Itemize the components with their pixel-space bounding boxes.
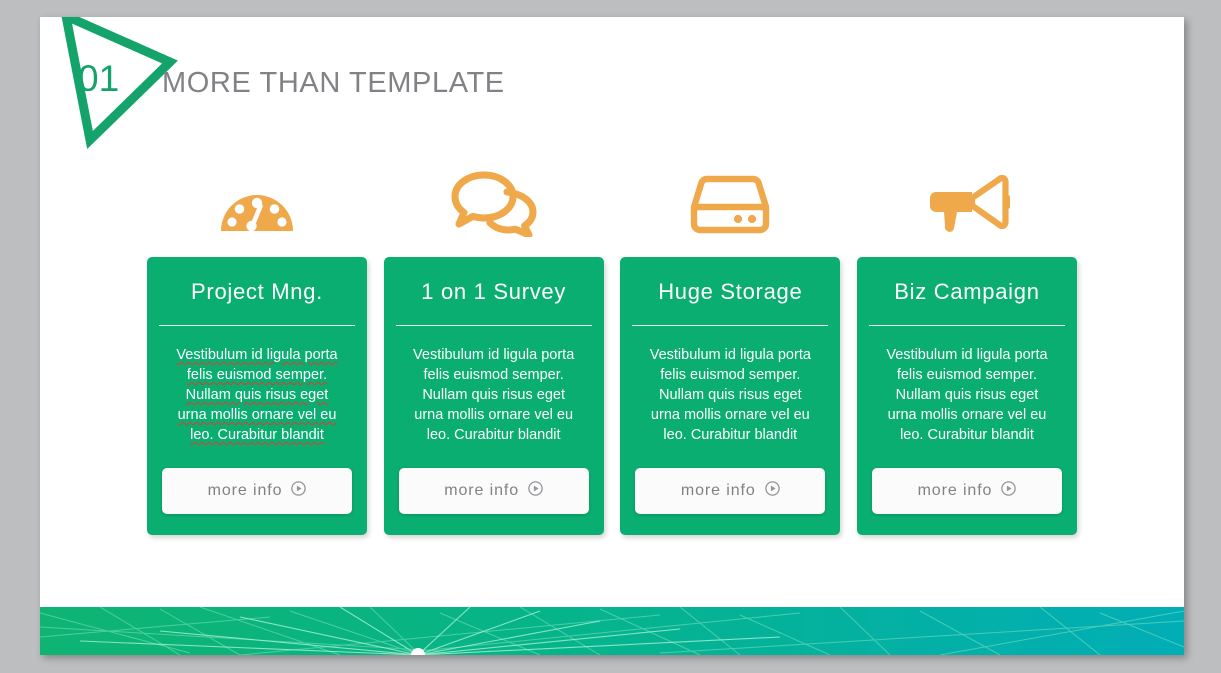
- card-title: Huge Storage: [658, 279, 803, 304]
- feature-card: 1 on 1 Survey Vestibulum id ligula porta…: [383, 257, 604, 535]
- card-body-text: Vestibulum id ligula porta felis euismod…: [636, 326, 825, 445]
- play-circle-icon: [764, 481, 780, 501]
- feature-column-storage: Huge Storage Vestibulum id ligula porta …: [620, 160, 841, 535]
- more-info-button[interactable]: more info: [162, 468, 352, 514]
- body-line: urna mollis ornare vel eu: [414, 407, 574, 423]
- hard-drive-icon: [620, 160, 840, 248]
- feature-card: Biz Campaign Vestibulum id ligula porta …: [856, 257, 1077, 535]
- polygon-line-pattern: [40, 607, 1184, 655]
- card-title: 1 on 1 Survey: [421, 279, 567, 304]
- more-info-label: more info: [444, 482, 520, 499]
- play-circle-icon: [528, 481, 543, 501]
- body-line: leo. Curabitur blandit: [190, 427, 324, 443]
- more-info-label: more info: [207, 482, 283, 499]
- body-line: Vestibulum id ligula porta: [413, 347, 575, 363]
- slide-number: 01: [78, 58, 120, 99]
- card-title: Project Mng.: [191, 279, 323, 304]
- more-info-button[interactable]: more info: [871, 468, 1062, 514]
- more-info-button[interactable]: more info: [635, 468, 826, 514]
- body-line: urna mollis ornare vel eu: [887, 407, 1047, 423]
- body-line: urna mollis ornare vel eu: [650, 407, 810, 423]
- body-line: Nullam quis risus eget: [895, 387, 1039, 403]
- body-line: Nullam quis risus eget: [422, 387, 565, 403]
- card-title: Biz Campaign: [894, 279, 1040, 304]
- body-line: felis euismod semper.: [186, 367, 328, 383]
- body-line: Vestibulum id ligula porta: [649, 347, 811, 363]
- body-line: urna mollis ornare vel eu: [177, 407, 337, 423]
- more-info-label: more info: [917, 482, 993, 499]
- speedometer-icon: [147, 160, 367, 248]
- slide-header: 01 MORE THAN TEMPLATE: [40, 17, 1184, 157]
- megaphone-icon: [857, 160, 1077, 248]
- body-line: Vestibulum id ligula porta: [886, 347, 1048, 363]
- card-body-text: Vestibulum id ligula porta felis euismod…: [399, 326, 588, 445]
- feature-column-survey: 1 on 1 Survey Vestibulum id ligula porta…: [383, 160, 604, 535]
- body-line: Nullam quis risus eget: [658, 387, 802, 403]
- play-circle-icon: [1001, 481, 1017, 501]
- body-line: felis euismod semper.: [423, 367, 564, 383]
- feature-column-project-mng: Project Mng. Vestibulum id ligula porta …: [147, 160, 367, 535]
- slide-canvas: 01 MORE THAN TEMPLATE Project Mng. Vesti…: [40, 17, 1184, 655]
- feature-card: Project Mng. Vestibulum id ligula porta …: [147, 257, 367, 535]
- more-info-button[interactable]: more info: [398, 468, 589, 514]
- card-body-text: Vestibulum id ligula porta felis euismod…: [162, 326, 351, 445]
- feature-column-campaign: Biz Campaign Vestibulum id ligula porta …: [856, 160, 1077, 535]
- play-circle-icon: [291, 481, 307, 501]
- card-body-text: Vestibulum id ligula porta felis euismod…: [872, 326, 1061, 445]
- body-line: leo. Curabitur blandit: [426, 427, 561, 443]
- page-title: MORE THAN TEMPLATE: [162, 67, 505, 99]
- body-line: Vestibulum id ligula porta: [176, 347, 338, 363]
- body-line: leo. Curabitur blandit: [900, 427, 1034, 443]
- body-line: felis euismod semper.: [896, 367, 1038, 383]
- body-line: Nullam quis risus eget: [185, 387, 329, 403]
- feature-columns: Project Mng. Vestibulum id ligula porta …: [147, 160, 1077, 535]
- body-line: felis euismod semper.: [660, 367, 801, 383]
- bottom-decorative-band: [40, 607, 1184, 655]
- feature-card: Huge Storage Vestibulum id ligula porta …: [620, 257, 841, 535]
- body-line: leo. Curabitur blandit: [663, 427, 798, 443]
- more-info-label: more info: [680, 482, 756, 499]
- speech-bubbles-icon: [384, 160, 604, 248]
